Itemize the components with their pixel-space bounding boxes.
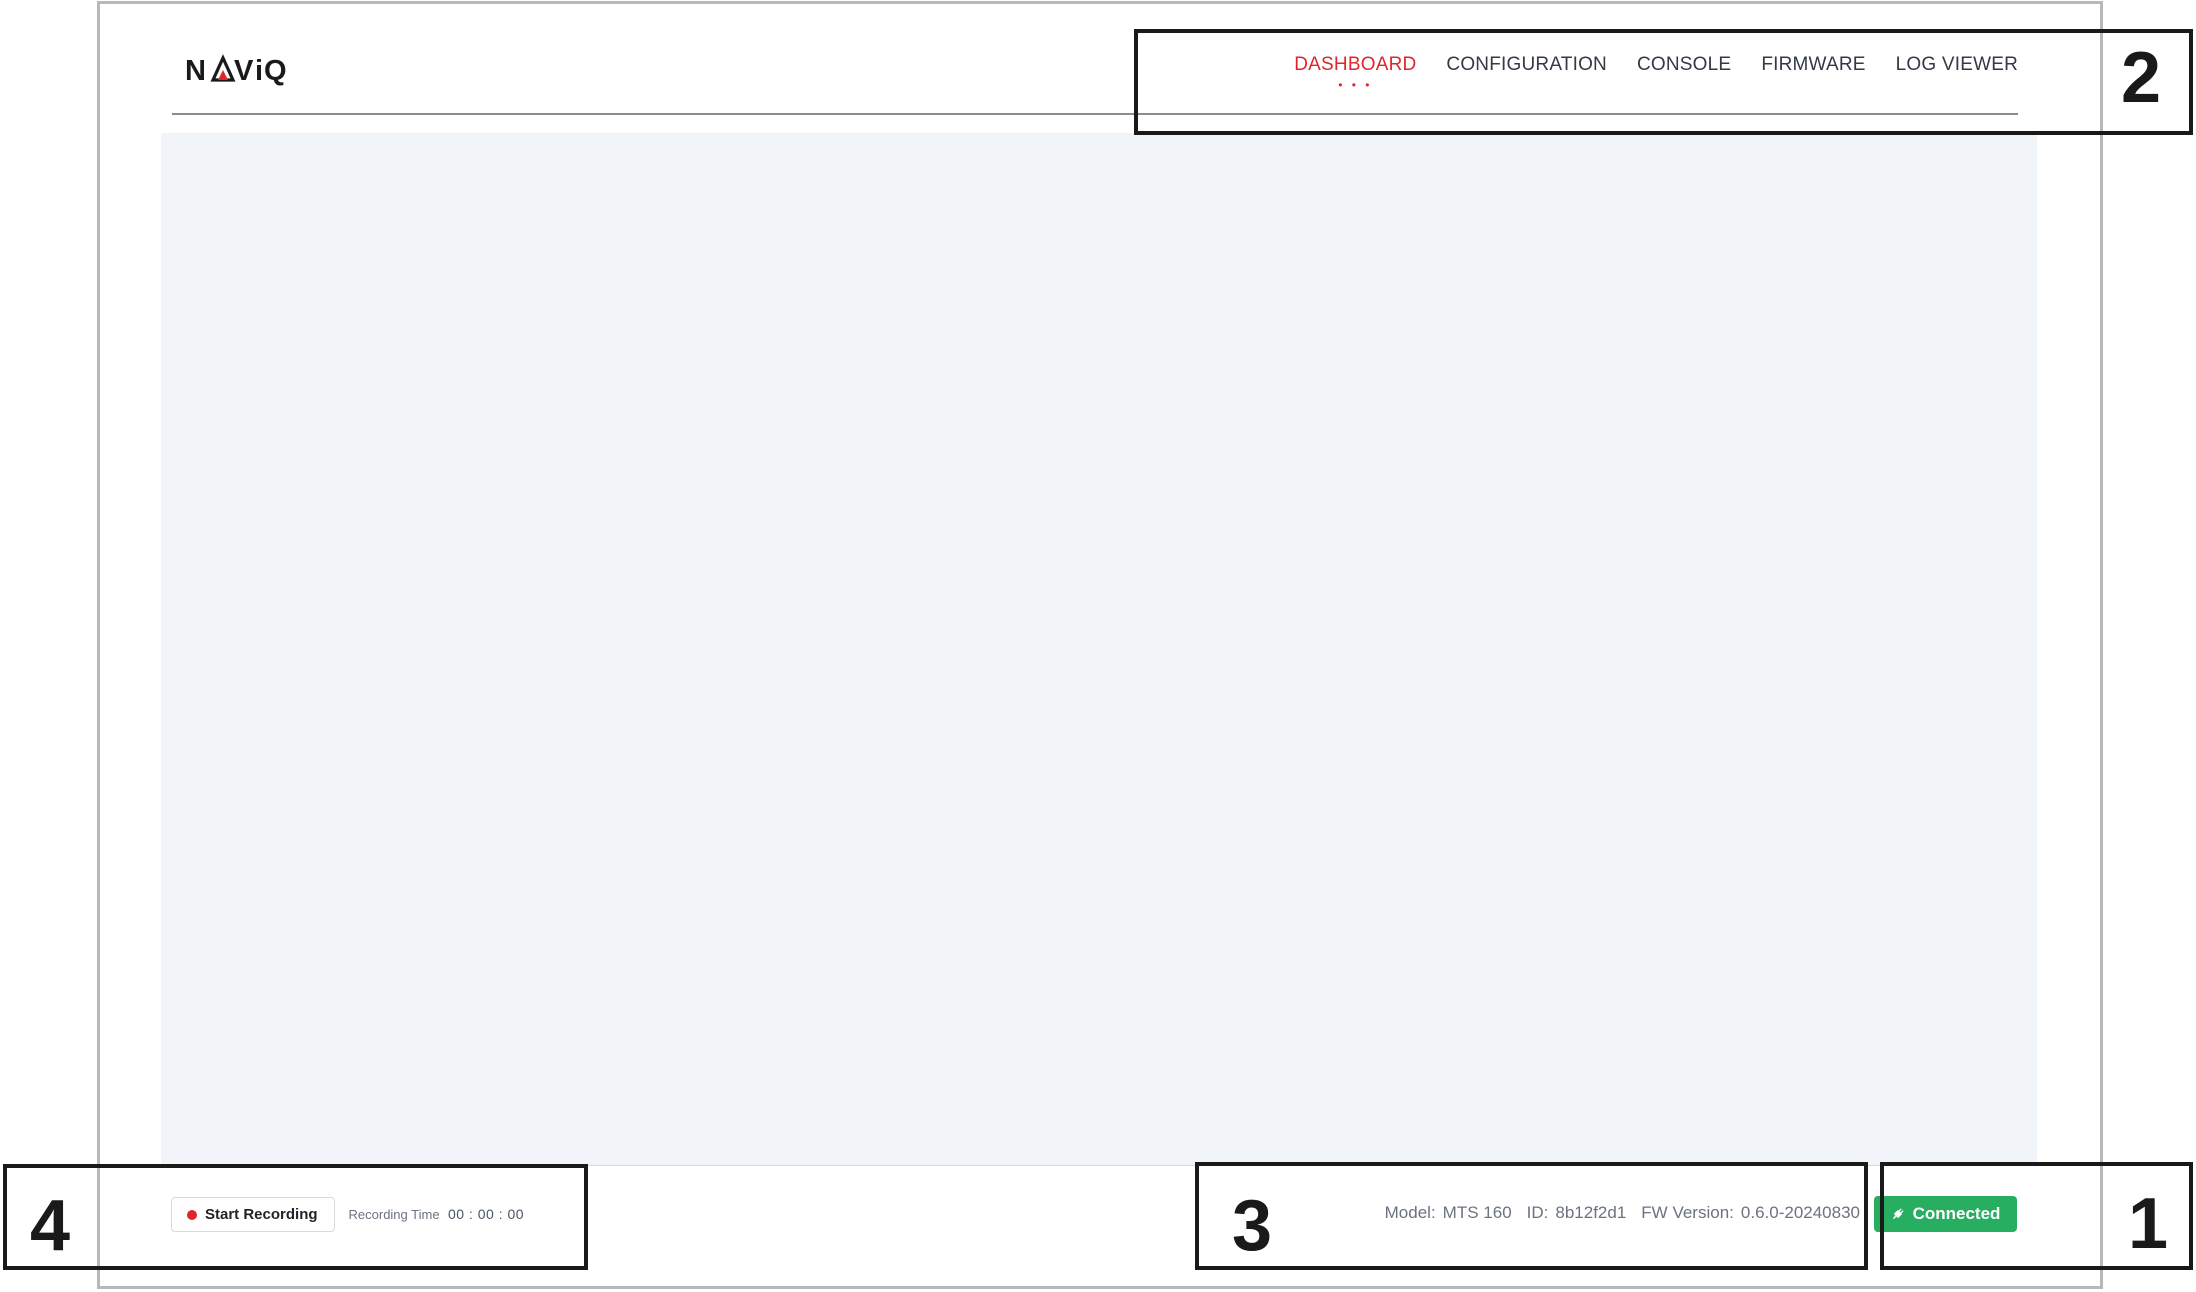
- callout-number-2: 2: [2121, 38, 2162, 118]
- callout-box-2: [1134, 29, 2193, 135]
- svg-text:i: i: [255, 55, 263, 86]
- dashboard-content: [161, 133, 2037, 1165]
- callout-box-3: [1195, 1162, 1868, 1270]
- callout-number-3: 3: [1232, 1186, 1273, 1266]
- callout-number-1: 1: [2128, 1184, 2169, 1264]
- svg-text:Q: Q: [264, 55, 287, 86]
- callout-box-4: [3, 1164, 588, 1270]
- naviq-logo-mark: N V i Q: [185, 54, 287, 86]
- svg-text:N: N: [185, 55, 207, 86]
- callout-number-4: 4: [30, 1186, 71, 1266]
- svg-text:V: V: [234, 55, 254, 86]
